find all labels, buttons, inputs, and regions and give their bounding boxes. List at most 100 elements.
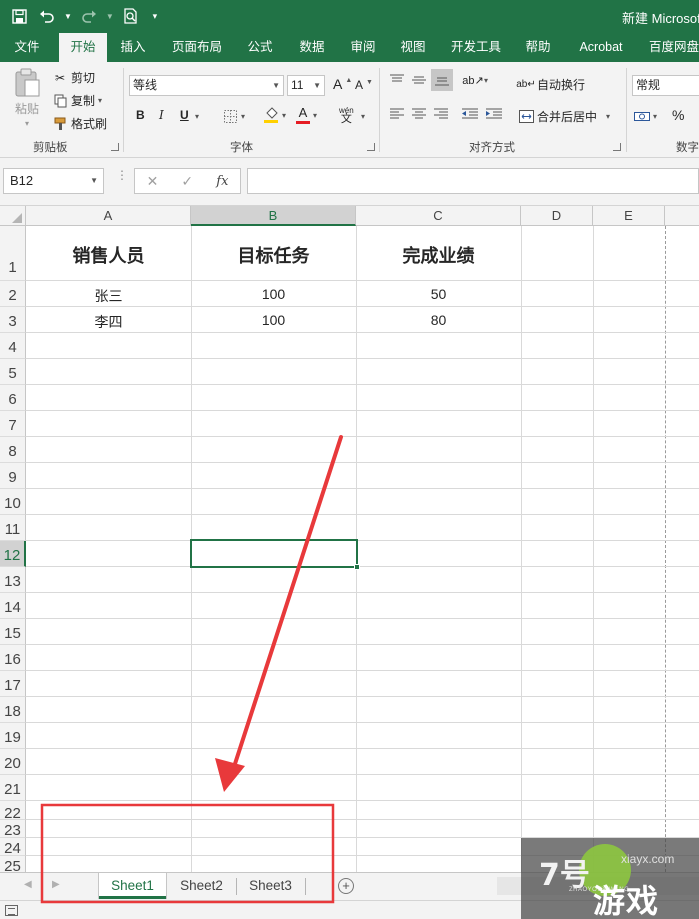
row-header-13[interactable]: 13 <box>0 567 26 593</box>
row-header-25[interactable]: 25 <box>0 856 26 872</box>
tab-data[interactable]: 数据 <box>292 33 332 62</box>
orientation-button[interactable]: ab↗ ▾ <box>462 72 488 88</box>
bold-button[interactable]: B <box>136 108 145 122</box>
header-cell-target[interactable]: 目标任务 <box>191 242 356 268</box>
column-header-b[interactable]: B <box>191 206 356 226</box>
row-header-16[interactable]: 16 <box>0 645 26 671</box>
format-painter-button[interactable]: 格式刷 <box>52 115 107 132</box>
select-all-button[interactable] <box>0 206 26 226</box>
font-color-button[interactable]: A ▾ <box>296 106 317 124</box>
number-format-select[interactable]: 常规 <box>632 75 699 96</box>
column-header-a[interactable]: A <box>26 206 191 226</box>
print-preview-icon[interactable] <box>120 5 142 27</box>
align-bottom-button[interactable] <box>431 69 453 91</box>
undo-icon[interactable] <box>36 5 58 27</box>
row-header-1[interactable]: 1 <box>0 226 26 281</box>
more-icon[interactable]: ⋮ <box>116 169 128 181</box>
data-cell-b3[interactable]: 100 <box>191 312 356 328</box>
customize-qat-icon[interactable]: ▾ <box>148 5 162 27</box>
tab-baidu-netdisk[interactable]: 百度网盘 <box>644 33 699 62</box>
selected-cell-b12[interactable] <box>190 539 360 570</box>
row-header-6[interactable]: 6 <box>0 385 26 411</box>
worksheet-grid[interactable]: A B C D E 1 2 3 4 5 6 7 8 9 10 11 12 13 … <box>0 206 699 872</box>
add-sheet-icon[interactable]: + <box>338 878 354 894</box>
row-header-2[interactable]: 2 <box>0 281 26 307</box>
row-header-22[interactable]: 22 <box>0 801 26 822</box>
percent-style-button[interactable]: % <box>672 107 684 123</box>
font-launcher-icon[interactable] <box>367 143 375 151</box>
enter-icon[interactable]: ✓ <box>181 173 193 190</box>
column-header-d[interactable]: D <box>521 206 593 226</box>
cancel-icon[interactable]: ✕ <box>147 173 159 190</box>
paste-button[interactable]: 粘贴 ▾ <box>10 68 44 128</box>
sheet-tab-sheet3[interactable]: Sheet3 <box>237 873 304 899</box>
insert-function-icon[interactable]: fx <box>216 174 228 189</box>
increase-indent-button[interactable] <box>486 108 502 120</box>
fill-color-button[interactable]: ▾ <box>263 107 286 123</box>
copy-button[interactable]: 复制 ▾ <box>52 92 102 109</box>
scroll-right-icon[interactable]: ▶ <box>52 879 60 890</box>
redo-dropdown-icon[interactable]: ▼ <box>106 12 114 21</box>
data-cell-b2[interactable]: 100 <box>191 286 356 302</box>
row-header-8[interactable]: 8 <box>0 437 26 463</box>
macro-record-icon[interactable] <box>5 905 18 916</box>
tab-file[interactable]: 文件 <box>4 33 50 62</box>
row-header-12[interactable]: 12 <box>0 541 26 567</box>
font-name-select[interactable]: 等线 ▼ <box>129 75 284 96</box>
underline-dropdown-icon[interactable]: ▾ <box>195 112 199 121</box>
clipboard-launcher-icon[interactable] <box>111 143 119 151</box>
cut-button[interactable]: ✂ 剪切 <box>52 69 95 86</box>
align-left-button[interactable] <box>390 108 404 120</box>
tab-acrobat[interactable]: Acrobat <box>571 33 631 62</box>
font-size-select[interactable]: 11 ▼ <box>287 75 325 96</box>
merge-center-button[interactable]: 合并后居中 ▾ <box>518 108 610 125</box>
row-header-9[interactable]: 9 <box>0 463 26 489</box>
phonetic-guide-button[interactable]: wén 文 <box>339 106 354 125</box>
chevron-down-icon[interactable]: ▼ <box>90 169 98 193</box>
row-header-21[interactable]: 21 <box>0 775 26 801</box>
alignment-launcher-icon[interactable] <box>613 143 621 151</box>
tab-help[interactable]: 帮助 <box>518 33 558 62</box>
row-header-10[interactable]: 10 <box>0 489 26 515</box>
phonetic-dropdown-icon[interactable]: ▾ <box>361 112 365 121</box>
shrink-font-button[interactable]: A ▼ <box>355 78 373 92</box>
row-header-18[interactable]: 18 <box>0 697 26 723</box>
sheet-tab-sheet1[interactable]: Sheet1 <box>99 873 166 899</box>
tab-developer[interactable]: 开发工具 <box>444 33 508 62</box>
redo-icon[interactable] <box>78 5 100 27</box>
grow-font-button[interactable]: A ▲ <box>333 76 352 92</box>
align-top-button[interactable] <box>390 74 404 86</box>
formula-input[interactable] <box>247 168 699 194</box>
column-header-c[interactable]: C <box>356 206 521 226</box>
fill-handle[interactable] <box>354 564 360 570</box>
row-header-14[interactable]: 14 <box>0 593 26 619</box>
column-header-e[interactable]: E <box>593 206 665 226</box>
row-header-11[interactable]: 11 <box>0 515 26 541</box>
copy-dropdown-icon[interactable]: ▾ <box>98 96 102 105</box>
italic-button[interactable]: I <box>159 108 164 122</box>
borders-button[interactable]: ▾ <box>222 108 245 124</box>
data-cell-a3[interactable]: 李四 <box>26 312 191 332</box>
tab-page-layout[interactable]: 页面布局 <box>166 33 228 62</box>
align-middle-button[interactable] <box>412 74 426 86</box>
underline-button[interactable]: U <box>180 108 189 122</box>
data-cell-a2[interactable]: 张三 <box>26 286 191 306</box>
wrap-text-button[interactable]: ab↵ 自动换行 <box>516 76 585 93</box>
save-icon[interactable] <box>8 5 30 27</box>
scroll-left-icon[interactable]: ◀ <box>24 879 32 890</box>
tab-view[interactable]: 视图 <box>393 33 433 62</box>
align-right-button[interactable] <box>434 108 448 120</box>
data-cell-c3[interactable]: 80 <box>356 312 521 328</box>
tab-review[interactable]: 审阅 <box>343 33 383 62</box>
header-cell-sales-person[interactable]: 销售人员 <box>26 242 191 268</box>
decrease-indent-button[interactable] <box>462 108 478 120</box>
row-header-24[interactable]: 24 <box>0 838 26 857</box>
tab-home[interactable]: 开始 <box>59 33 107 62</box>
chevron-down-icon[interactable]: ▾ <box>606 112 610 121</box>
row-header-23[interactable]: 23 <box>0 820 26 839</box>
align-center-button[interactable] <box>412 108 426 120</box>
row-header-4[interactable]: 4 <box>0 333 26 359</box>
data-cell-c2[interactable]: 50 <box>356 286 521 302</box>
row-header-3[interactable]: 3 <box>0 307 26 333</box>
header-cell-achievement[interactable]: 完成业绩 <box>356 242 521 268</box>
